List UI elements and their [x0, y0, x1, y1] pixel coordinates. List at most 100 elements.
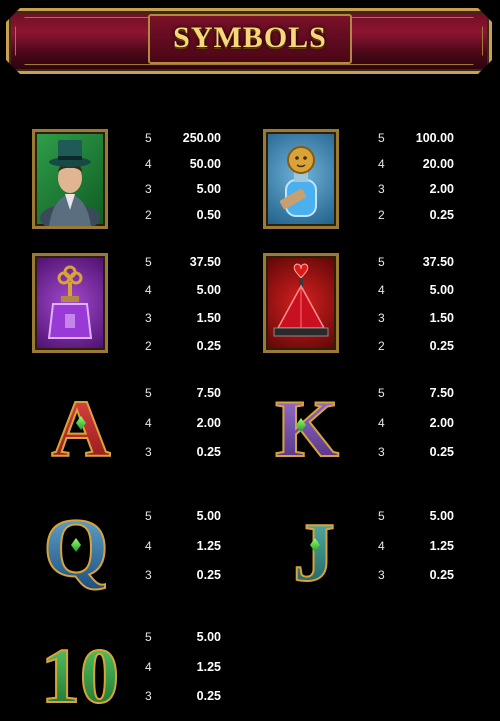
payout-value: 0.25 — [196, 568, 221, 582]
page-title: SYMBOLS — [173, 21, 327, 54]
paytable-row: 3 0.25 — [378, 565, 458, 585]
match-count: 5 — [145, 255, 152, 269]
payout-value: 2.00 — [429, 415, 454, 430]
paytable-row: 4 50.00 — [145, 154, 225, 174]
paytable-row: 2 0.25 — [145, 336, 225, 356]
match-count: 5 — [145, 131, 152, 145]
jack-symbol: J — [284, 500, 344, 600]
paytable-row: 4 20.00 — [378, 154, 458, 174]
paytable-row: 3 0.25 — [378, 442, 458, 462]
paytable-row: 3 1.50 — [145, 308, 225, 328]
payout-value: 0.25 — [196, 339, 221, 353]
payout-value: 37.50 — [422, 255, 454, 269]
king-symbol: K — [272, 378, 342, 475]
payout-value: 5.00 — [196, 630, 221, 644]
paytable-row: 4 2.00 — [145, 413, 225, 433]
payout-value: 1.25 — [196, 659, 221, 674]
payout-value: 5.00 — [429, 283, 454, 297]
match-count: 3 — [378, 445, 385, 459]
match-count: 4 — [145, 659, 152, 674]
payout-value: 2.00 — [196, 415, 221, 430]
paytable-row: 5 37.50 — [378, 252, 458, 272]
match-count: 2 — [378, 339, 385, 353]
svg-text:K: K — [275, 383, 339, 468]
paytable-row: 5 5.00 — [145, 627, 225, 647]
match-count: 4 — [145, 283, 152, 297]
ten-symbol: 10 — [34, 626, 126, 720]
match-count: 4 — [378, 538, 385, 553]
match-count: 3 — [378, 311, 385, 325]
match-count: 4 — [378, 156, 385, 171]
paytable-row: 5 5.00 — [145, 506, 225, 526]
paytable-row: 4 1.25 — [378, 536, 458, 556]
payout-value: 0.50 — [196, 207, 221, 222]
payout-value: 7.50 — [429, 386, 454, 400]
match-count: 3 — [145, 445, 152, 459]
paytable-row: 3 0.25 — [145, 442, 225, 462]
paytable-row: 4 1.25 — [145, 657, 225, 677]
paytable-row: 4 1.25 — [145, 536, 225, 556]
payout-value: 250.00 — [182, 131, 221, 145]
paytable-row: 5 100.00 — [378, 128, 458, 148]
paytable-row: 3 2.00 — [378, 179, 458, 199]
ruby-pyramid-icon — [263, 253, 339, 353]
paytable-row: 5 7.50 — [378, 383, 458, 403]
payout-value: 5.00 — [196, 509, 221, 523]
match-count: 2 — [145, 207, 152, 222]
magician-top-hat-icon — [32, 129, 108, 229]
payout-value: 1.25 — [196, 538, 221, 553]
payout-value: 0.25 — [429, 568, 454, 582]
paytable-row: 3 5.00 — [145, 179, 225, 199]
queen-symbol: Q — [38, 500, 114, 596]
paytable-row: 2 0.25 — [378, 205, 458, 225]
match-count: 5 — [145, 386, 152, 400]
payout-value: 5.00 — [429, 509, 454, 523]
payout-value: 37.50 — [189, 255, 221, 269]
svg-text:10: 10 — [41, 632, 119, 714]
match-count: 4 — [145, 538, 152, 553]
payout-value: 2.00 — [429, 182, 454, 196]
match-count: 2 — [145, 339, 152, 353]
payout-value: 100.00 — [415, 131, 454, 145]
paytable-row: 3 0.25 — [145, 686, 225, 706]
perfume-bottle-icon — [32, 253, 108, 353]
match-count: 5 — [378, 131, 385, 145]
payout-value: 1.50 — [429, 311, 454, 325]
payout-value: 5.00 — [196, 283, 221, 297]
match-count: 4 — [145, 415, 152, 430]
payout-value: 0.25 — [429, 445, 454, 459]
payout-value: 0.25 — [196, 689, 221, 703]
match-count: 5 — [378, 509, 385, 523]
payout-value: 5.00 — [196, 182, 221, 196]
payout-value: 0.25 — [196, 445, 221, 459]
payout-value: 1.25 — [429, 538, 454, 553]
paytable-row: 5 5.00 — [378, 506, 458, 526]
match-count: 2 — [378, 207, 385, 222]
paytable-row: 5 37.50 — [145, 252, 225, 272]
paytable-row: 5 7.50 — [145, 383, 225, 403]
paytable-row: 4 5.00 — [378, 280, 458, 300]
match-count: 3 — [378, 568, 385, 582]
payout-value: 0.25 — [429, 207, 454, 222]
paytable-row: 2 0.25 — [378, 336, 458, 356]
match-count: 4 — [145, 156, 152, 171]
paytable-row: 5 250.00 — [145, 128, 225, 148]
match-count: 4 — [378, 415, 385, 430]
match-count: 3 — [145, 311, 152, 325]
paytable-row: 2 0.50 — [145, 205, 225, 225]
match-count: 4 — [378, 283, 385, 297]
match-count: 3 — [145, 182, 152, 196]
payout-value: 0.25 — [429, 339, 454, 353]
match-count: 5 — [145, 630, 152, 644]
match-count: 3 — [145, 689, 152, 703]
paytable-row: 4 2.00 — [378, 413, 458, 433]
paytable-row: 4 5.00 — [145, 280, 225, 300]
payout-value: 20.00 — [422, 156, 454, 171]
payout-value: 7.50 — [196, 386, 221, 400]
courage-lion-bottle-icon — [263, 129, 339, 229]
payout-value: 50.00 — [189, 156, 221, 171]
match-count: 5 — [145, 509, 152, 523]
match-count: 3 — [378, 182, 385, 196]
ace-symbol: A — [46, 378, 116, 475]
match-count: 5 — [378, 255, 385, 269]
